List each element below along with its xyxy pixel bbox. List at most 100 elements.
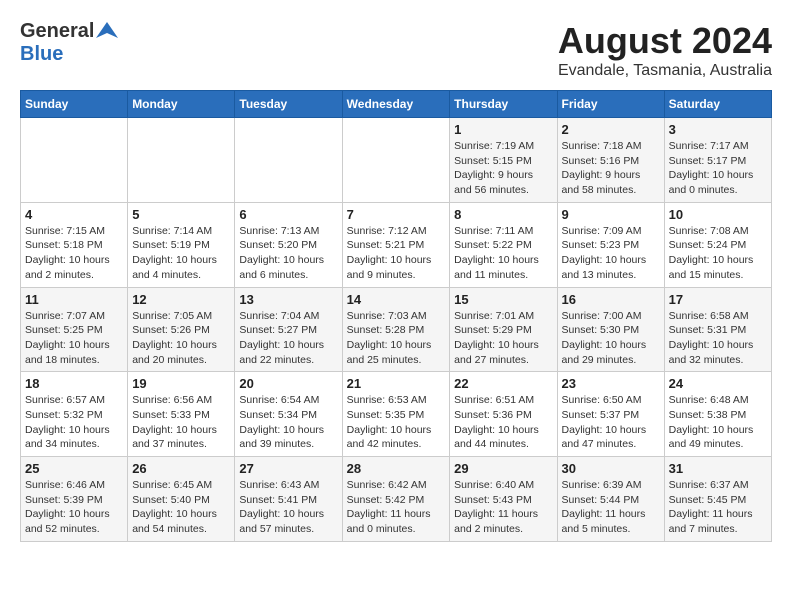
day-info: Sunrise: 7:19 AMSunset: 5:15 PMDaylight:… [454, 139, 552, 198]
day-cell: 9Sunrise: 7:09 AMSunset: 5:23 PMDaylight… [557, 202, 664, 287]
day-info: Sunrise: 6:37 AMSunset: 5:45 PMDaylight:… [669, 478, 767, 537]
day-cell: 20 Sunrise: 6:54 AMSunset: 5:34 PMDayligh… [235, 372, 342, 457]
week-row-1: 1 Sunrise: 7:19 AMSunset: 5:15 PMDaylight… [21, 118, 772, 203]
day-number: 24 [669, 376, 767, 391]
day-info: Sunrise: 7:04 AMSunset: 5:27 PMDaylight:… [239, 309, 337, 368]
day-cell: 28 Sunrise: 6:42 AMSunset: 5:42 PMDayligh… [342, 457, 450, 542]
week-row-3: 11 Sunrise: 7:07 AMSunset: 5:25 PMDayligh… [21, 287, 772, 372]
day-cell: 6 Sunrise: 7:13 AMSunset: 5:20 PMDaylight… [235, 202, 342, 287]
day-info: Sunrise: 7:09 AMSunset: 5:23 PMDaylight:… [562, 224, 660, 283]
day-cell [235, 118, 342, 203]
day-info: Sunrise: 6:57 AMSunset: 5:32 PMDaylight:… [25, 393, 123, 452]
day-number: 12 [132, 292, 230, 307]
day-cell: 1 Sunrise: 7:19 AMSunset: 5:15 PMDaylight… [450, 118, 557, 203]
header-row: SundayMondayTuesdayWednesdayThursdayFrid… [21, 91, 772, 118]
day-number: 22 [454, 376, 552, 391]
day-cell: 24 Sunrise: 6:48 AMSunset: 5:38 PMDayligh… [664, 372, 771, 457]
day-info: Sunrise: 7:17 AMSunset: 5:17 PMDaylight:… [669, 139, 767, 198]
day-cell: 16 Sunrise: 7:00 AMSunset: 5:30 PMDayligh… [557, 287, 664, 372]
logo-blue-text: Blue [20, 43, 63, 65]
header-col-tuesday: Tuesday [235, 91, 342, 118]
day-info: Sunrise: 7:00 AMSunset: 5:30 PMDaylight:… [562, 309, 660, 368]
day-info: Sunrise: 6:42 AMSunset: 5:42 PMDaylight:… [347, 478, 446, 537]
week-row-2: 4 Sunrise: 7:15 AMSunset: 5:18 PMDaylight… [21, 202, 772, 287]
day-info: Sunrise: 7:13 AMSunset: 5:20 PMDaylight:… [239, 224, 337, 283]
day-info: Sunrise: 7:18 AMSunset: 5:16 PMDaylight:… [562, 139, 660, 198]
day-cell: 25Sunrise: 6:46 AMSunset: 5:39 PMDayligh… [21, 457, 128, 542]
page-title: August 2024 [558, 20, 772, 62]
day-info: Sunrise: 7:03 AMSunset: 5:28 PMDaylight:… [347, 309, 446, 368]
day-info: Sunrise: 6:39 AMSunset: 5:44 PMDaylight:… [562, 478, 660, 537]
day-number: 15 [454, 292, 552, 307]
day-cell: 3Sunrise: 7:17 AMSunset: 5:17 PMDaylight… [664, 118, 771, 203]
header-col-saturday: Saturday [664, 91, 771, 118]
day-number: 19 [132, 376, 230, 391]
day-cell: 27 Sunrise: 6:43 AMSunset: 5:41 PMDayligh… [235, 457, 342, 542]
day-cell [128, 118, 235, 203]
day-info: Sunrise: 6:54 AMSunset: 5:34 PMDaylight:… [239, 393, 337, 452]
day-number: 20 [239, 376, 337, 391]
day-cell: 13 Sunrise: 7:04 AMSunset: 5:27 PMDayligh… [235, 287, 342, 372]
day-cell: 10Sunrise: 7:08 AMSunset: 5:24 PMDayligh… [664, 202, 771, 287]
day-info: Sunrise: 7:15 AMSunset: 5:18 PMDaylight:… [25, 224, 123, 283]
header-col-sunday: Sunday [21, 91, 128, 118]
day-number: 23 [562, 376, 660, 391]
day-cell: 21 Sunrise: 6:53 AMSunset: 5:35 PMDayligh… [342, 372, 450, 457]
day-number: 28 [347, 461, 446, 476]
day-info: Sunrise: 7:07 AMSunset: 5:25 PMDaylight:… [25, 309, 123, 368]
day-number: 14 [347, 292, 446, 307]
day-info: Sunrise: 7:05 AMSunset: 5:26 PMDaylight:… [132, 309, 230, 368]
day-number: 7 [347, 207, 446, 222]
day-number: 1 [454, 122, 552, 137]
day-cell: 23Sunrise: 6:50 AMSunset: 5:37 PMDayligh… [557, 372, 664, 457]
day-cell: 7 Sunrise: 7:12 AMSunset: 5:21 PMDaylight… [342, 202, 450, 287]
day-cell: 2 Sunrise: 7:18 AMSunset: 5:16 PMDaylight… [557, 118, 664, 203]
day-number: 31 [669, 461, 767, 476]
day-cell [21, 118, 128, 203]
day-cell: 14 Sunrise: 7:03 AMSunset: 5:28 PMDayligh… [342, 287, 450, 372]
day-number: 11 [25, 292, 123, 307]
day-info: Sunrise: 6:43 AMSunset: 5:41 PMDaylight:… [239, 478, 337, 537]
day-info: Sunrise: 6:45 AMSunset: 5:40 PMDaylight:… [132, 478, 230, 537]
day-number: 18 [25, 376, 123, 391]
day-cell: 18 Sunrise: 6:57 AMSunset: 5:32 PMDayligh… [21, 372, 128, 457]
day-cell: 8Sunrise: 7:11 AMSunset: 5:22 PMDaylight… [450, 202, 557, 287]
week-row-5: 25Sunrise: 6:46 AMSunset: 5:39 PMDayligh… [21, 457, 772, 542]
day-cell: 17Sunrise: 6:58 AMSunset: 5:31 PMDayligh… [664, 287, 771, 372]
header-col-monday: Monday [128, 91, 235, 118]
day-info: Sunrise: 6:53 AMSunset: 5:35 PMDaylight:… [347, 393, 446, 452]
day-number: 2 [562, 122, 660, 137]
day-number: 29 [454, 461, 552, 476]
logo-general-text: General [20, 20, 94, 43]
day-cell: 29Sunrise: 6:40 AMSunset: 5:43 PMDayligh… [450, 457, 557, 542]
header-col-thursday: Thursday [450, 91, 557, 118]
day-cell: 26Sunrise: 6:45 AMSunset: 5:40 PMDayligh… [128, 457, 235, 542]
day-info: Sunrise: 7:12 AMSunset: 5:21 PMDaylight:… [347, 224, 446, 283]
day-number: 4 [25, 207, 123, 222]
day-number: 16 [562, 292, 660, 307]
day-number: 5 [132, 207, 230, 222]
calendar-table: SundayMondayTuesdayWednesdayThursdayFrid… [20, 90, 772, 542]
page-header: General Blue August 2024 Evandale, Tasma… [20, 20, 772, 80]
day-cell: 22Sunrise: 6:51 AMSunset: 5:36 PMDayligh… [450, 372, 557, 457]
day-cell: 5 Sunrise: 7:14 AMSunset: 5:19 PMDaylight… [128, 202, 235, 287]
header-col-friday: Friday [557, 91, 664, 118]
day-info: Sunrise: 6:48 AMSunset: 5:38 PMDaylight:… [669, 393, 767, 452]
day-number: 27 [239, 461, 337, 476]
day-cell: 30Sunrise: 6:39 AMSunset: 5:44 PMDayligh… [557, 457, 664, 542]
day-cell: 11 Sunrise: 7:07 AMSunset: 5:25 PMDayligh… [21, 287, 128, 372]
calendar-header: SundayMondayTuesdayWednesdayThursdayFrid… [21, 91, 772, 118]
day-number: 6 [239, 207, 337, 222]
day-cell: 31 Sunrise: 6:37 AMSunset: 5:45 PMDayligh… [664, 457, 771, 542]
logo-bird-icon [96, 20, 118, 42]
week-row-4: 18 Sunrise: 6:57 AMSunset: 5:32 PMDayligh… [21, 372, 772, 457]
day-cell: 19Sunrise: 6:56 AMSunset: 5:33 PMDayligh… [128, 372, 235, 457]
day-number: 25 [25, 461, 123, 476]
day-info: Sunrise: 7:14 AMSunset: 5:19 PMDaylight:… [132, 224, 230, 283]
day-info: Sunrise: 7:01 AMSunset: 5:29 PMDaylight:… [454, 309, 552, 368]
day-cell: 15 Sunrise: 7:01 AMSunset: 5:29 PMDayligh… [450, 287, 557, 372]
day-number: 21 [347, 376, 446, 391]
calendar-body: 1 Sunrise: 7:19 AMSunset: 5:15 PMDaylight… [21, 118, 772, 542]
day-number: 13 [239, 292, 337, 307]
day-info: Sunrise: 7:11 AMSunset: 5:22 PMDaylight:… [454, 224, 552, 283]
